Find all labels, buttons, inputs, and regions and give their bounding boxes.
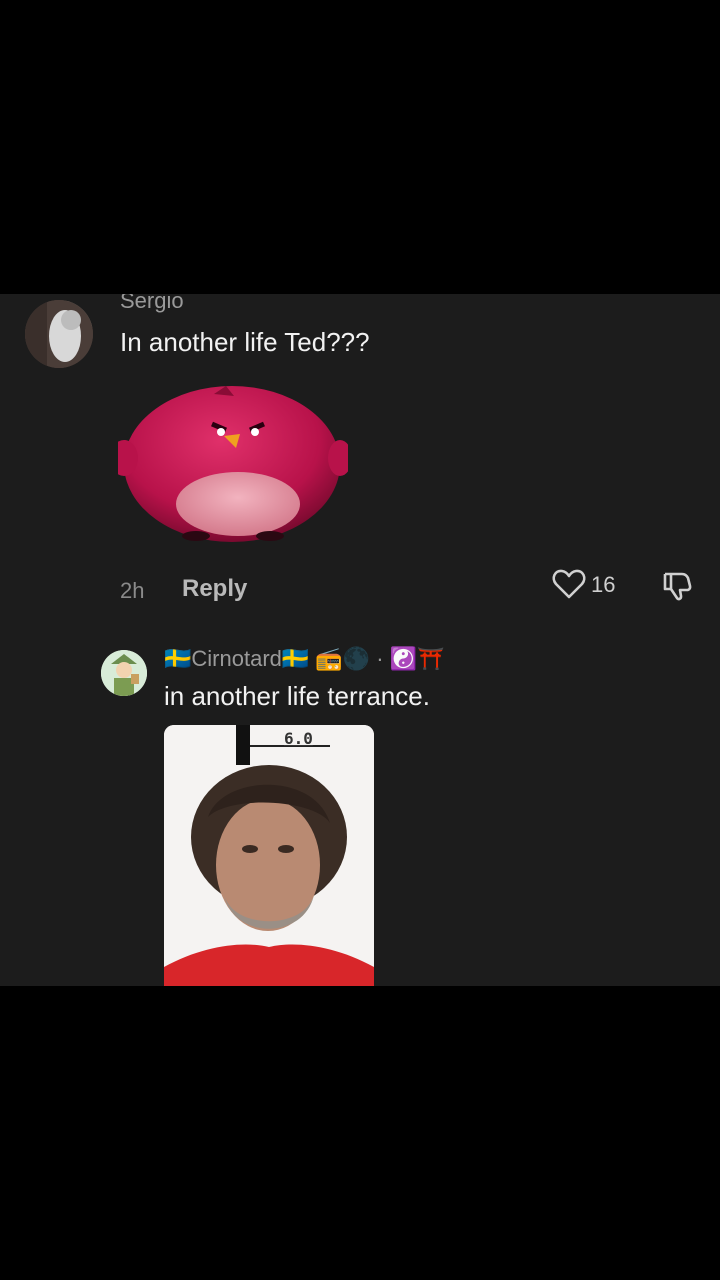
comment-timestamp: 2h <box>120 578 145 603</box>
comment-photo[interactable]: 6.0 <box>164 725 374 986</box>
comments-panel: Sergio In another life Ted??? 2h Reply 1… <box>0 294 720 986</box>
comment-username[interactable]: Sergio <box>120 294 184 314</box>
avatar[interactable] <box>25 300 93 368</box>
avatar[interactable] <box>101 650 147 696</box>
heart-icon[interactable] <box>552 568 586 600</box>
comment-username[interactable]: 🇸🇪Cirnotard🇸🇪 📻🌑 · ☯️⛩️ <box>164 646 445 672</box>
avatar-image <box>101 650 147 696</box>
mugshot-image <box>164 725 374 986</box>
height-board-label: 6.0 <box>284 729 313 748</box>
like-count: 16 <box>591 572 616 597</box>
avatar-image <box>25 300 93 368</box>
reply-button[interactable]: Reply <box>182 575 247 603</box>
comment-text: In another life Ted??? <box>120 327 370 357</box>
red-bird-sticker <box>110 366 352 548</box>
comment-text: in another life terrance. <box>164 681 430 711</box>
thumbs-down-icon[interactable] <box>660 568 694 602</box>
